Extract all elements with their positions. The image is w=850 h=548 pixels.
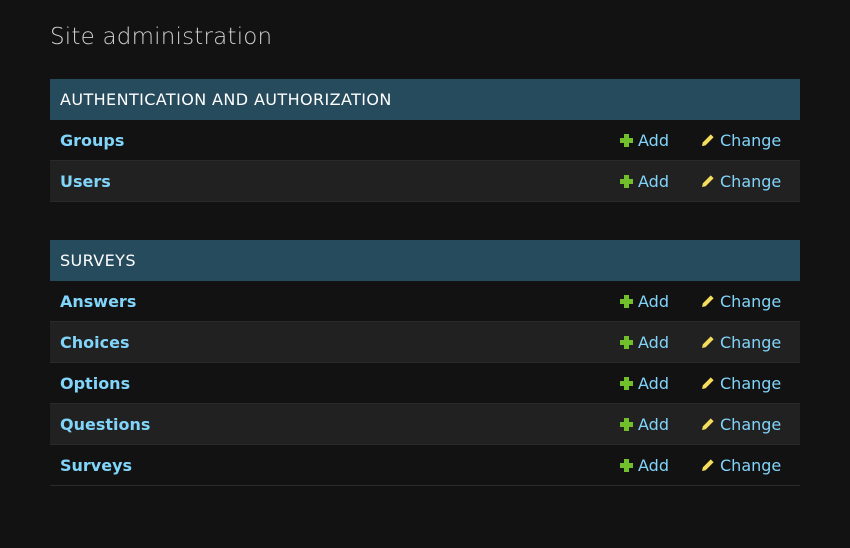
pencil-icon bbox=[702, 174, 714, 187]
add-questions-button[interactable]: Add bbox=[620, 415, 669, 434]
table-row-questions: Questions Add Change bbox=[50, 404, 800, 445]
model-link-surveys[interactable]: Surveys bbox=[60, 456, 132, 475]
module-caption: SURVEYS bbox=[50, 240, 800, 281]
model-link-choices[interactable]: Choices bbox=[60, 333, 129, 352]
plus-icon bbox=[620, 335, 633, 349]
module-caption: AUTHENTICATION AND AUTHORIZATION bbox=[50, 79, 800, 120]
table-row-choices: Choices Add Change bbox=[50, 322, 800, 363]
add-groups-button[interactable]: Add bbox=[620, 131, 669, 150]
module-caption-link[interactable]: AUTHENTICATION AND AUTHORIZATION bbox=[60, 90, 392, 109]
change-label: Change bbox=[720, 414, 782, 434]
change-label: Change bbox=[720, 332, 782, 352]
module-authentication: AUTHENTICATION AND AUTHORIZATION Groups … bbox=[50, 79, 800, 202]
pencil-icon bbox=[702, 417, 714, 430]
add-label: Add bbox=[638, 171, 669, 191]
plus-icon bbox=[620, 417, 633, 431]
change-options-button[interactable]: Change bbox=[700, 374, 781, 393]
add-choices-button[interactable]: Add bbox=[620, 333, 669, 352]
module-caption-link[interactable]: SURVEYS bbox=[60, 251, 136, 270]
change-questions-button[interactable]: Change bbox=[700, 415, 781, 434]
change-choices-button[interactable]: Change bbox=[700, 333, 781, 352]
add-label: Add bbox=[638, 130, 669, 150]
change-label: Change bbox=[720, 291, 782, 311]
plus-icon bbox=[620, 458, 633, 472]
model-link-options[interactable]: Options bbox=[60, 374, 130, 393]
change-label: Change bbox=[720, 455, 782, 475]
pencil-icon bbox=[702, 376, 714, 389]
change-label: Change bbox=[720, 130, 782, 150]
change-label: Change bbox=[720, 171, 782, 191]
model-link-groups[interactable]: Groups bbox=[60, 131, 124, 150]
table-row-surveys: Surveys Add Change bbox=[50, 445, 800, 486]
table-row-options: Options Add Change bbox=[50, 363, 800, 404]
add-users-button[interactable]: Add bbox=[620, 172, 669, 191]
add-label: Add bbox=[638, 455, 669, 475]
change-groups-button[interactable]: Change bbox=[700, 131, 781, 150]
add-label: Add bbox=[638, 414, 669, 434]
add-answers-button[interactable]: Add bbox=[620, 292, 669, 311]
change-surveys-button[interactable]: Change bbox=[700, 456, 781, 475]
model-link-questions[interactable]: Questions bbox=[60, 415, 150, 434]
module-surveys: SURVEYS Answers Add Change Choices Add C… bbox=[50, 240, 800, 486]
model-link-answers[interactable]: Answers bbox=[60, 292, 136, 311]
add-label: Add bbox=[638, 332, 669, 352]
change-answers-button[interactable]: Change bbox=[700, 292, 781, 311]
table-row-answers: Answers Add Change bbox=[50, 281, 800, 322]
plus-icon bbox=[620, 294, 633, 308]
add-options-button[interactable]: Add bbox=[620, 374, 669, 393]
table-row-groups: Groups Add Change bbox=[50, 120, 800, 161]
plus-icon bbox=[620, 174, 633, 188]
admin-index: Site administration AUTHENTICATION AND A… bbox=[0, 0, 850, 548]
add-label: Add bbox=[638, 373, 669, 393]
change-label: Change bbox=[720, 373, 782, 393]
pencil-icon bbox=[702, 294, 714, 307]
pencil-icon bbox=[702, 335, 714, 348]
plus-icon bbox=[620, 133, 633, 147]
pencil-icon bbox=[702, 133, 714, 146]
pencil-icon bbox=[702, 458, 714, 471]
table-row-users: Users Add Change bbox=[50, 161, 800, 202]
add-label: Add bbox=[638, 291, 669, 311]
add-surveys-button[interactable]: Add bbox=[620, 456, 669, 475]
plus-icon bbox=[620, 376, 633, 390]
change-users-button[interactable]: Change bbox=[700, 172, 781, 191]
page-title: Site administration bbox=[50, 24, 273, 50]
model-link-users[interactable]: Users bbox=[60, 172, 111, 191]
